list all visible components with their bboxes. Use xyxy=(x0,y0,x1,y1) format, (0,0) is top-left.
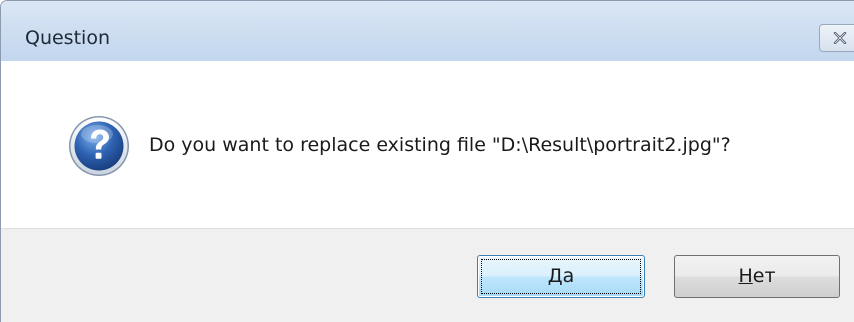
yes-button[interactable]: Да xyxy=(477,255,645,298)
question-dialog: Question Do you want to replace existing… xyxy=(0,0,854,322)
question-icon xyxy=(69,116,129,176)
title-bar[interactable]: Question xyxy=(1,1,854,61)
message-text: Do you want to replace existing file "D:… xyxy=(149,134,731,156)
close-button[interactable] xyxy=(819,24,854,52)
yes-button-label: Да xyxy=(548,265,575,287)
yes-label-rest: а xyxy=(562,265,575,287)
no-label-rest: ет xyxy=(752,265,776,287)
window-title: Question xyxy=(25,27,110,49)
message-area: Do you want to replace existing file "D:… xyxy=(1,61,854,228)
yes-mnemonic: Д xyxy=(547,265,563,287)
button-bar: Да Нет xyxy=(1,228,854,322)
no-mnemonic: Н xyxy=(738,265,753,287)
close-icon xyxy=(833,32,847,44)
no-button[interactable]: Нет xyxy=(674,255,840,298)
no-button-label: Нет xyxy=(738,265,775,287)
